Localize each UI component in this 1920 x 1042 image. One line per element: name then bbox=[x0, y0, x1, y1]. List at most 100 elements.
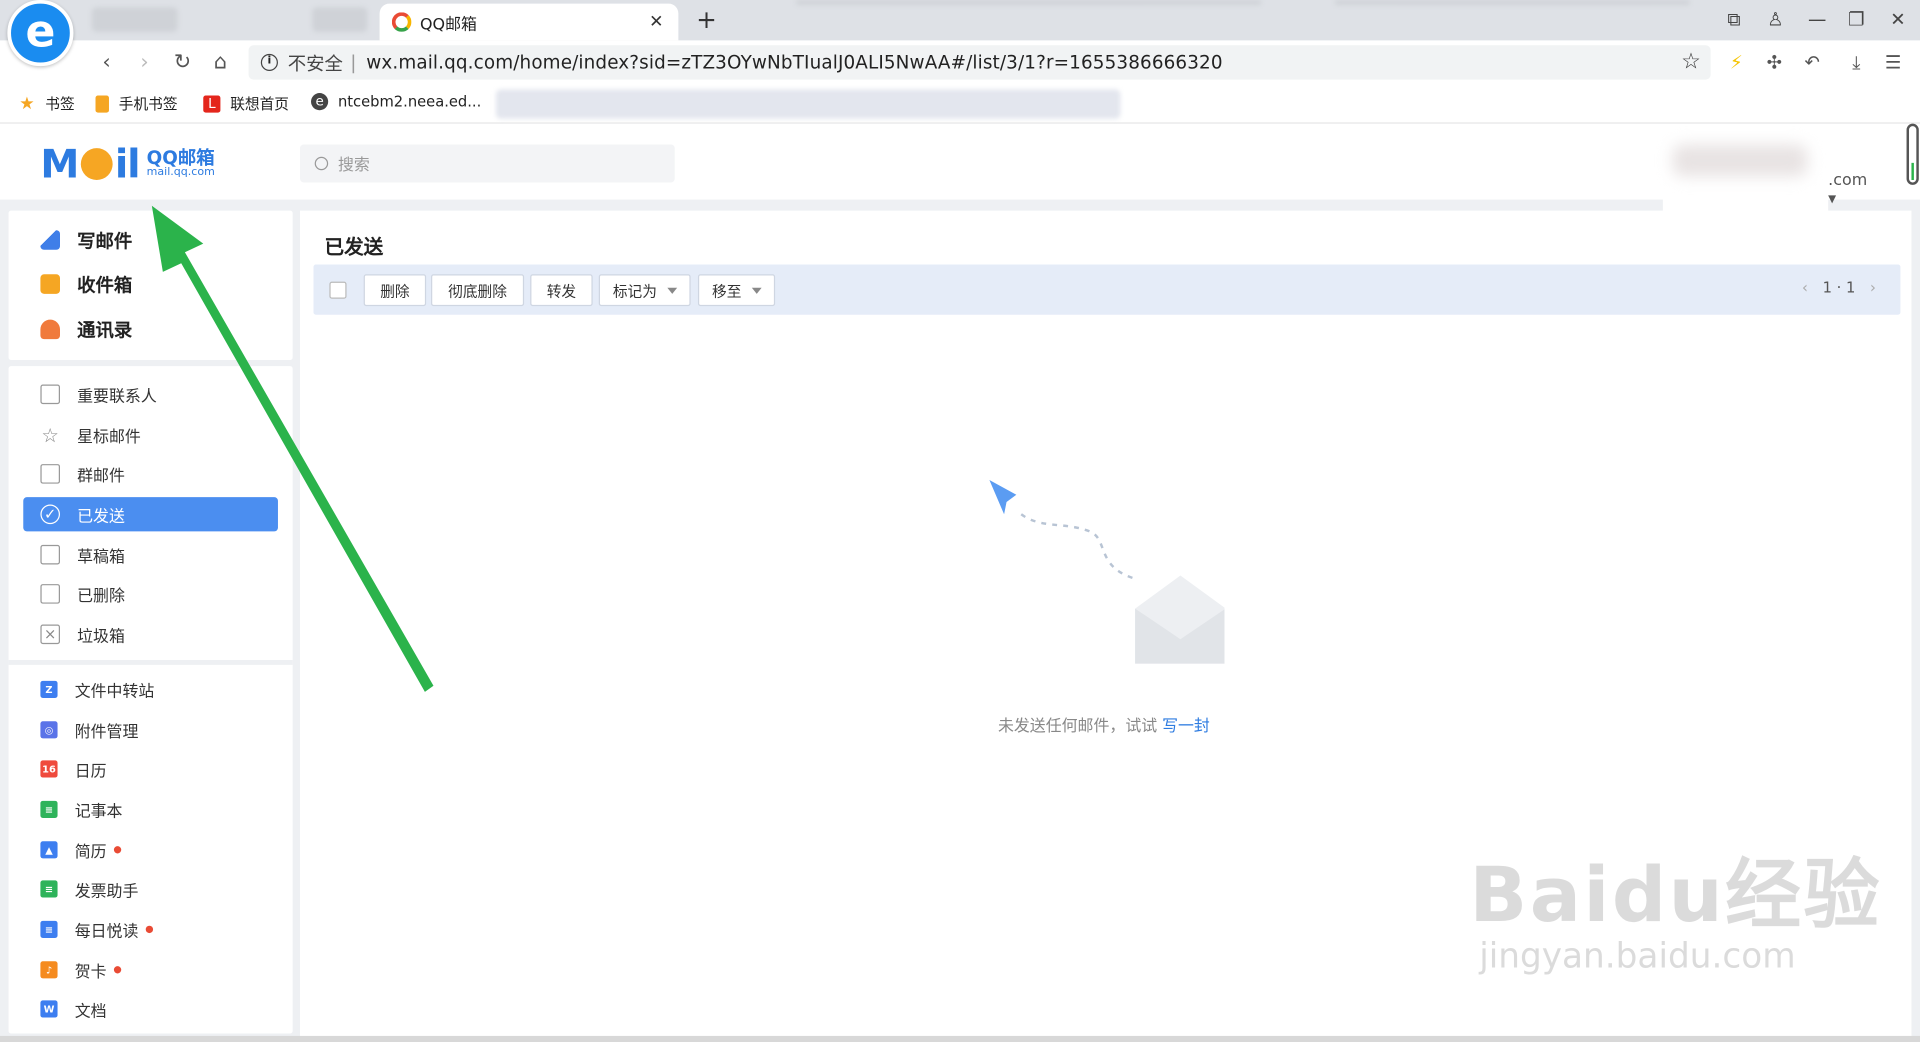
app-label: 文件中转站 bbox=[74, 682, 155, 702]
url-separator: | bbox=[350, 51, 357, 74]
blurred-tab[interactable] bbox=[91, 7, 178, 32]
app-calendar[interactable]: 16 日历 bbox=[23, 752, 278, 786]
trash-icon bbox=[40, 584, 61, 604]
user-account[interactable]: .com ▾ bbox=[1662, 129, 1867, 216]
app-daily-reading[interactable]: ≡ 每日悦读 bbox=[23, 912, 278, 946]
bookmark-label: ntcebm2.neea.ed... bbox=[337, 93, 482, 111]
app-notebook[interactable]: ≡ 记事本 bbox=[23, 792, 278, 826]
restore-icon[interactable]: ❐ bbox=[1843, 7, 1870, 31]
download-icon[interactable]: ⤓ bbox=[1844, 50, 1868, 74]
globe-icon: e bbox=[311, 93, 329, 111]
folder-sent[interactable]: ✓ 已发送 bbox=[23, 497, 278, 532]
page-title: 已发送 bbox=[324, 235, 384, 259]
compose-button[interactable]: 写邮件 bbox=[40, 225, 132, 254]
close-tab-icon[interactable]: ✕ bbox=[647, 12, 667, 32]
folder-starred[interactable]: ☆ 星标邮件 bbox=[23, 418, 278, 452]
inbox-button[interactable]: 收件箱 bbox=[40, 269, 132, 298]
close-window-icon[interactable]: ✕ bbox=[1885, 7, 1912, 31]
app-label: 贺卡 bbox=[74, 963, 107, 982]
contacts-button[interactable]: 通讯录 bbox=[40, 315, 132, 344]
app-greeting-card[interactable]: ♪ 贺卡 bbox=[23, 953, 278, 987]
bottom-edge bbox=[0, 1035, 1920, 1042]
mail-logo-icon: Mil bbox=[40, 140, 140, 188]
brand-domain: mail.qq.com bbox=[146, 166, 215, 179]
lightning-icon[interactable]: ⚡ bbox=[1724, 50, 1748, 74]
delete-permanent-button[interactable]: 彻底删除 bbox=[431, 274, 525, 307]
bookmark-label: 书签 bbox=[45, 95, 75, 113]
baidu-watermark: Baidu经验 jingyan.baidu.com bbox=[1469, 849, 1882, 976]
attachment-icon: ◎ bbox=[40, 721, 58, 739]
new-tab-button[interactable]: + bbox=[693, 6, 720, 33]
sidebar-primary: 写邮件 收件箱 通讯录 bbox=[8, 210, 293, 361]
menu-icon[interactable]: ☰ bbox=[1881, 50, 1905, 74]
next-page-icon[interactable]: › bbox=[1870, 279, 1876, 296]
info-icon[interactable]: i bbox=[260, 53, 278, 72]
home-icon[interactable]: ⌂ bbox=[208, 50, 232, 74]
app-docs[interactable]: W 文档 bbox=[23, 992, 278, 1026]
reload-icon[interactable]: ↻ bbox=[170, 50, 194, 74]
extensions-icon[interactable]: ✣ bbox=[1762, 50, 1786, 74]
mail-toolbar: 删除 彻底删除 转发 标记为 移至 ‹ 1 · 1 › bbox=[313, 264, 1901, 315]
file-transfer-icon: Z bbox=[40, 680, 58, 698]
blurred-tab[interactable] bbox=[312, 7, 368, 32]
bookmark-icon bbox=[40, 384, 61, 405]
back-icon[interactable]: ‹ bbox=[94, 50, 118, 74]
bookmark-item[interactable]: L 联想首页 bbox=[203, 93, 289, 114]
mark-as-label: 标记为 bbox=[612, 282, 657, 300]
app-attachments[interactable]: ◎ 附件管理 bbox=[23, 713, 278, 747]
select-all-checkbox[interactable] bbox=[329, 281, 347, 299]
forward-icon[interactable]: › bbox=[132, 50, 156, 74]
move-to-label: 移至 bbox=[712, 282, 742, 300]
undo-icon[interactable]: ↶ bbox=[1800, 50, 1824, 74]
bookmark-star-icon[interactable]: ☆ bbox=[1681, 49, 1701, 75]
app-label: 简历 bbox=[74, 843, 107, 862]
check-circle-icon: ✓ bbox=[40, 504, 61, 525]
app-resume[interactable]: ▲ 简历 bbox=[23, 833, 278, 867]
app-label: 日历 bbox=[74, 762, 107, 781]
url-field[interactable]: i 不安全 | wx.mail.qq.com/home/index?sid=zT… bbox=[248, 45, 1711, 80]
speaker-icon[interactable]: ⧉ bbox=[1720, 7, 1747, 31]
group-icon bbox=[40, 464, 61, 484]
folder-label: 重要联系人 bbox=[77, 387, 157, 406]
app-invoice[interactable]: ≡ 发票助手 bbox=[23, 872, 278, 906]
mark-as-dropdown[interactable]: 标记为 bbox=[598, 274, 691, 307]
notebook-icon: ≡ bbox=[40, 800, 58, 818]
bookmarks-bar: ★ 书签 手机书签 L 联想首页 e ntcebm2.neea.ed... bbox=[0, 84, 1920, 124]
contacts-icon bbox=[40, 319, 61, 340]
folder-group-mail[interactable]: 群邮件 bbox=[23, 457, 278, 491]
invoice-icon: ≡ bbox=[40, 880, 58, 898]
star-outline-icon: ☆ bbox=[41, 423, 59, 447]
prev-page-icon[interactable]: ‹ bbox=[1802, 279, 1808, 296]
bookmark-item[interactable]: e ntcebm2.neea.ed... bbox=[311, 93, 482, 111]
app-file-transfer[interactable]: Z 文件中转站 bbox=[23, 672, 278, 706]
folder-label: 星标邮件 bbox=[77, 427, 141, 447]
tab-qq-mail[interactable]: QQ邮箱 ✕ bbox=[379, 3, 679, 41]
folder-label: 已发送 bbox=[77, 507, 125, 526]
shirt-skin-icon[interactable]: ♙ bbox=[1762, 7, 1789, 31]
forward-button[interactable]: 转发 bbox=[530, 274, 593, 307]
search-input[interactable]: 搜索 bbox=[300, 144, 675, 183]
bookmark-label: 手机书签 bbox=[118, 95, 178, 113]
empty-state-illustration bbox=[989, 480, 1225, 664]
minimize-icon[interactable]: — bbox=[1804, 7, 1831, 31]
bookmark-item[interactable]: ★ 书签 bbox=[18, 93, 74, 114]
folder-deleted[interactable]: 已删除 bbox=[23, 577, 278, 611]
user-domain: .com ▾ bbox=[1828, 171, 1868, 209]
star-icon: ★ bbox=[19, 93, 35, 114]
folder-drafts[interactable]: 草稿箱 bbox=[23, 538, 278, 572]
folder-label: 已删除 bbox=[77, 587, 125, 606]
mail-logo[interactable]: Mil QQ邮箱 mail.qq.com bbox=[40, 141, 214, 188]
compose-link[interactable]: 写一封 bbox=[1162, 718, 1210, 736]
chevron-down-icon bbox=[666, 287, 677, 294]
folder-important-contacts[interactable]: 重要联系人 bbox=[23, 377, 278, 411]
blurred-bookmarks bbox=[495, 89, 1121, 119]
delete-button[interactable]: 删除 bbox=[363, 274, 427, 307]
paper-plane-icon bbox=[989, 480, 1017, 515]
scrollbar[interactable] bbox=[1906, 123, 1919, 185]
bookmark-item[interactable]: 手机书签 bbox=[95, 93, 178, 114]
move-to-dropdown[interactable]: 移至 bbox=[697, 274, 776, 307]
folder-spam[interactable]: × 垃圾箱 bbox=[23, 617, 278, 651]
qq-mail-favicon-icon bbox=[391, 12, 412, 32]
mail-header: Mil QQ邮箱 mail.qq.com 搜索 .com ▾ bbox=[0, 123, 1920, 216]
browser-logo-icon[interactable]: e bbox=[7, 0, 74, 67]
